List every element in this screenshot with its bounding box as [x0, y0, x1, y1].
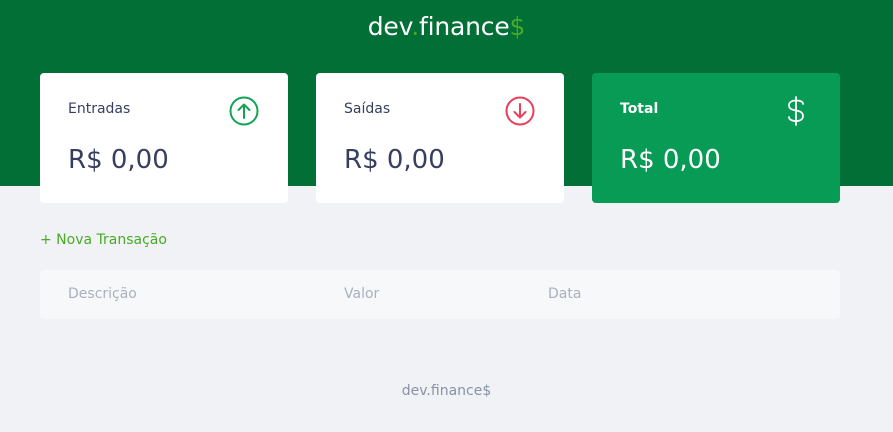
total-amount: R$ 0,00 [620, 145, 721, 175]
new-transaction-button[interactable]: + Nova Transação [40, 232, 167, 248]
expense-amount: R$ 0,00 [344, 145, 445, 175]
logo-main: dev [367, 12, 412, 41]
transactions-table: Descrição Valor Data [40, 270, 840, 319]
total-label: Total [620, 101, 659, 117]
column-header-amount: Valor [344, 286, 380, 302]
logo-dollar: $ [509, 12, 526, 41]
footer-text: dev.finance$ [401, 383, 492, 399]
app-logo: dev.finance$ [0, 12, 893, 41]
logo-dot: . [411, 12, 420, 41]
column-header-date: Data [548, 286, 582, 302]
expense-card: Saídas R$ 0,00 [316, 73, 564, 203]
logo-name: finance [419, 12, 510, 41]
expense-label: Saídas [344, 101, 391, 117]
arrow-up-circle-icon [229, 96, 259, 126]
column-header-description: Descrição [68, 286, 137, 302]
income-amount: R$ 0,00 [68, 145, 169, 175]
income-card: Entradas R$ 0,00 [40, 73, 288, 203]
dollar-sign-icon [788, 96, 804, 126]
arrow-down-circle-icon [505, 96, 535, 126]
total-card: Total R$ 0,00 [592, 73, 840, 203]
income-label: Entradas [68, 101, 131, 117]
